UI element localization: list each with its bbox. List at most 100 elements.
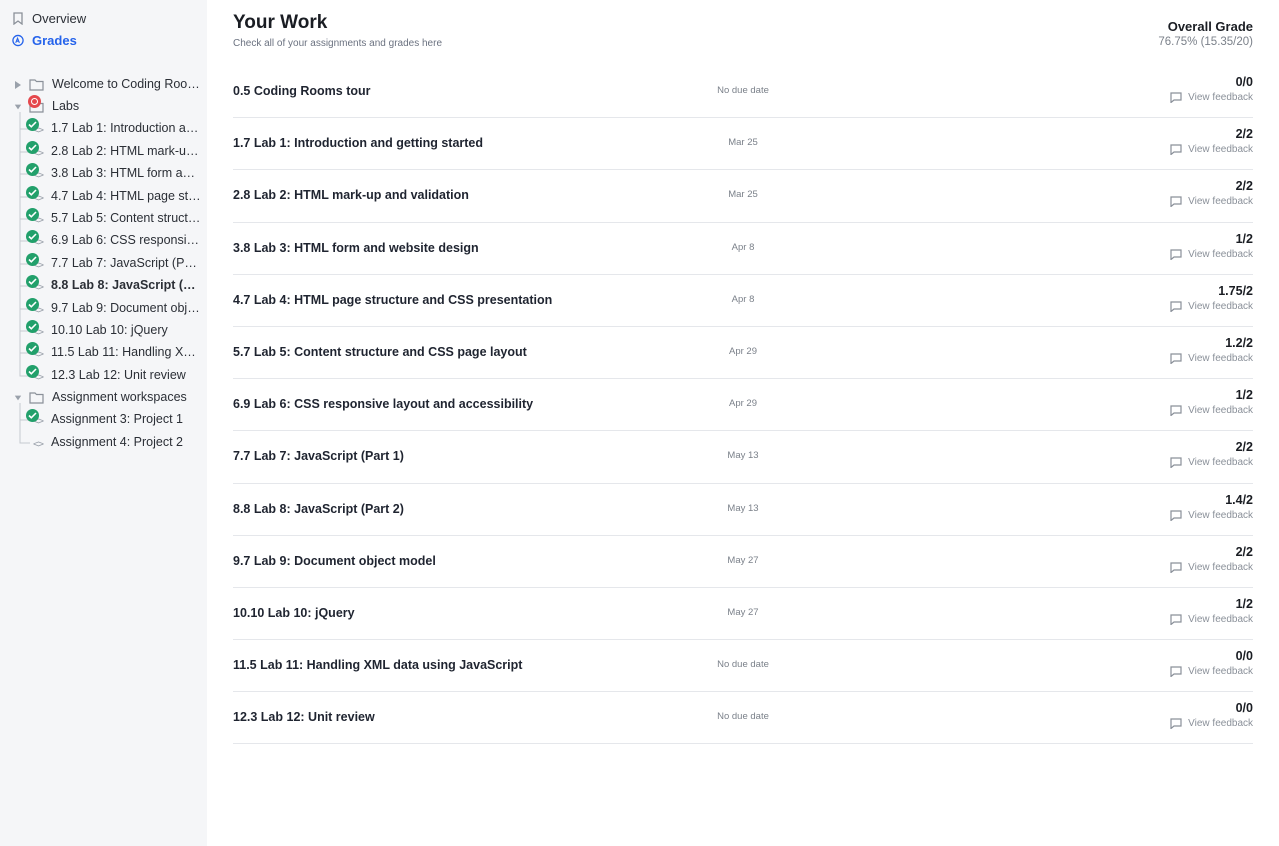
comment-icon xyxy=(1170,614,1182,625)
tree-item-lab2[interactable]: <> 2.8 Lab 2: HTML mark-up and validatio… xyxy=(0,141,207,163)
assignment-score: 1.75/2 xyxy=(1218,283,1253,298)
tree-item-assignment4[interactable]: <> Assignment 4: Project 2 xyxy=(0,432,207,454)
assignment-score: 0/0 xyxy=(1235,75,1253,89)
view-feedback-link[interactable]: View feedback xyxy=(1170,144,1253,156)
assignment-name[interactable]: 10.10 Lab 10: jQuery xyxy=(233,606,355,620)
assignment-name[interactable]: 6.9 Lab 6: CSS responsive layout and acc… xyxy=(233,397,533,411)
view-feedback-link[interactable]: View feedback xyxy=(1170,718,1253,730)
view-feedback-link[interactable]: View feedback xyxy=(1170,405,1253,417)
check-icon xyxy=(26,208,39,221)
tree-item-lab8[interactable]: <> 8.8 Lab 8: JavaScript (Part 2) xyxy=(0,275,207,297)
tree-item-lab12[interactable]: <> 12.3 Lab 12: Unit review xyxy=(0,365,207,387)
view-feedback-link[interactable]: View feedback xyxy=(1170,510,1253,521)
view-feedback-link[interactable]: View feedback xyxy=(1170,301,1253,312)
comment-icon xyxy=(1170,92,1182,103)
tree-folder-welcome[interactable]: Welcome to Coding Rooms xyxy=(0,74,207,96)
view-feedback-label: View feedback xyxy=(1188,248,1253,260)
assignment-name[interactable]: 1.7 Lab 1: Introduction and getting star… xyxy=(233,136,483,150)
comment-icon xyxy=(1170,196,1182,208)
page-title: Your Work xyxy=(233,12,328,33)
nav-grades[interactable]: Grades xyxy=(12,30,77,50)
check-icon xyxy=(26,230,39,243)
view-feedback-link[interactable]: View feedback xyxy=(1170,666,1253,678)
tree-item-label: 8.8 Lab 8: JavaScript (Part 2) xyxy=(51,278,201,292)
assignment-due-date: May 27 xyxy=(727,554,759,566)
assignment-due-date: No due date xyxy=(717,659,769,671)
view-feedback-label: View feedback xyxy=(1188,509,1253,521)
assignment-name[interactable]: 0.5 Coding Rooms tour xyxy=(233,84,371,98)
tree-item-lab5[interactable]: <> 5.7 Lab 5: Content structure and CSS … xyxy=(0,208,207,230)
view-feedback-link[interactable]: View feedback xyxy=(1170,92,1253,103)
assignment-due-date: Apr 29 xyxy=(729,345,757,357)
view-feedback-link[interactable]: View feedback xyxy=(1170,562,1253,573)
assignment-name[interactable]: 12.3 Lab 12: Unit review xyxy=(233,710,375,724)
assignment-name[interactable]: 8.8 Lab 8: JavaScript (Part 2) xyxy=(233,502,404,516)
assignment-row: 5.7 Lab 5: Content structure and CSS pag… xyxy=(233,327,1253,380)
assignment-score: 2/2 xyxy=(1235,544,1253,559)
assignment-name[interactable]: 2.8 Lab 2: HTML mark-up and validation xyxy=(233,188,469,202)
assignment-name[interactable]: 5.7 Lab 5: Content structure and CSS pag… xyxy=(233,345,527,359)
tree-folder-label: Welcome to Coding Rooms xyxy=(52,77,202,91)
tree-item-assignment3[interactable]: <> Assignment 3: Project 1 xyxy=(0,409,207,431)
view-feedback-link[interactable]: View feedback xyxy=(1170,614,1253,625)
tree-item-lab7[interactable]: <> 7.7 Lab 7: JavaScript (Part 1) xyxy=(0,253,207,275)
view-feedback-label: View feedback xyxy=(1188,457,1253,469)
bookmark-icon xyxy=(12,11,24,25)
tree-folder-assignment-workspaces[interactable]: Assignment workspaces xyxy=(0,387,207,409)
view-feedback-link[interactable]: View feedback xyxy=(1170,249,1253,260)
view-feedback-label: View feedback xyxy=(1188,300,1253,312)
assignment-row: 12.3 Lab 12: Unit review No due date 0/0 Vi… xyxy=(233,692,1253,745)
tree-item-lab1[interactable]: <> 1.7 Lab 1: Introduction and getting s… xyxy=(0,118,207,140)
tree-item-label: 7.7 Lab 7: JavaScript (Part 1) xyxy=(51,256,201,270)
view-feedback-link[interactable]: View feedback xyxy=(1170,457,1253,469)
caret-down-icon[interactable] xyxy=(14,393,22,403)
view-feedback-label: View feedback xyxy=(1188,613,1253,625)
assignment-due-date: May 13 xyxy=(727,450,759,462)
view-feedback-link[interactable]: View feedback xyxy=(1170,196,1253,208)
assignment-row: 9.7 Lab 9: Document object model May 27 2/… xyxy=(233,536,1253,588)
check-icon xyxy=(26,365,39,378)
assignment-name[interactable]: 7.7 Lab 7: JavaScript (Part 1) xyxy=(233,449,404,463)
comment-icon xyxy=(1170,718,1182,730)
caret-down-icon[interactable] xyxy=(14,102,22,112)
assignment-row: 7.7 Lab 7: JavaScript (Part 1) May 13 2/2 V… xyxy=(233,431,1253,484)
tree-item-label: Assignment 3: Project 1 xyxy=(51,412,184,426)
check-icon xyxy=(26,118,39,131)
assignment-name[interactable]: 4.7 Lab 4: HTML page structure and CSS p… xyxy=(233,293,552,307)
assignment-row: 1.7 Lab 1: Introduction and getting star… xyxy=(233,118,1253,171)
tree-item-label: 1.7 Lab 1: Introduction and getting star… xyxy=(51,121,201,135)
view-feedback-label: View feedback xyxy=(1188,144,1253,156)
tree-item-lab10[interactable]: <> 10.10 Lab 10: jQuery xyxy=(0,320,207,342)
tree-item-lab4[interactable]: <> 4.7 Lab 4: HTML page structure and CS… xyxy=(0,186,207,208)
assignment-list: 0.5 Coding Rooms tour No due date 0/0 View … xyxy=(233,66,1253,745)
comment-icon xyxy=(1170,666,1182,678)
assignment-name[interactable]: 9.7 Lab 9: Document object model xyxy=(233,554,436,568)
tree-item-label: 9.7 Lab 9: Document object model xyxy=(51,301,201,315)
tree-item-lab6[interactable]: <> 6.9 Lab 6: CSS responsive layout and … xyxy=(0,230,207,252)
view-feedback-label: View feedback xyxy=(1188,352,1253,364)
tree-item-lab9[interactable]: <> 9.7 Lab 9: Document object model xyxy=(0,298,207,320)
assignment-due-date: Apr 8 xyxy=(731,241,755,253)
assignment-name[interactable]: 3.8 Lab 3: HTML form and website design xyxy=(233,241,479,255)
nav-overview-label: Overview xyxy=(32,10,87,26)
view-feedback-label: View feedback xyxy=(1188,196,1253,208)
assignment-row: 3.8 Lab 3: HTML form and website design A… xyxy=(233,223,1253,275)
assignment-row: 4.7 Lab 4: HTML page structure and CSS p… xyxy=(233,275,1253,327)
tree-folder-label: Assignment workspaces xyxy=(52,390,187,404)
comment-icon xyxy=(1170,353,1182,364)
comment-icon xyxy=(1170,562,1182,573)
caret-right-icon[interactable] xyxy=(14,80,22,90)
view-feedback-label: View feedback xyxy=(1188,92,1253,103)
tree-folder-label: Labs xyxy=(52,99,80,113)
tree-item-lab3[interactable]: <> 3.8 Lab 3: HTML form and website desi… xyxy=(0,163,207,185)
tree-folder-labs[interactable]: Labs xyxy=(0,95,207,118)
nav-overview[interactable]: Overview xyxy=(12,8,86,28)
assignment-name[interactable]: 11.5 Lab 11: Handling XML data using Jav… xyxy=(233,658,522,672)
assignment-due-date: Apr 8 xyxy=(731,293,755,305)
check-icon xyxy=(26,141,39,154)
tree-item-lab11[interactable]: <> 11.5 Lab 11: Handling XML data using … xyxy=(0,342,207,364)
view-feedback-link[interactable]: View feedback xyxy=(1170,353,1253,364)
assignment-row: 8.8 Lab 8: JavaScript (Part 2) May 13 1.4/… xyxy=(233,484,1253,536)
check-icon xyxy=(26,186,39,199)
overall-grade-label: Overall Grade xyxy=(1167,19,1253,34)
